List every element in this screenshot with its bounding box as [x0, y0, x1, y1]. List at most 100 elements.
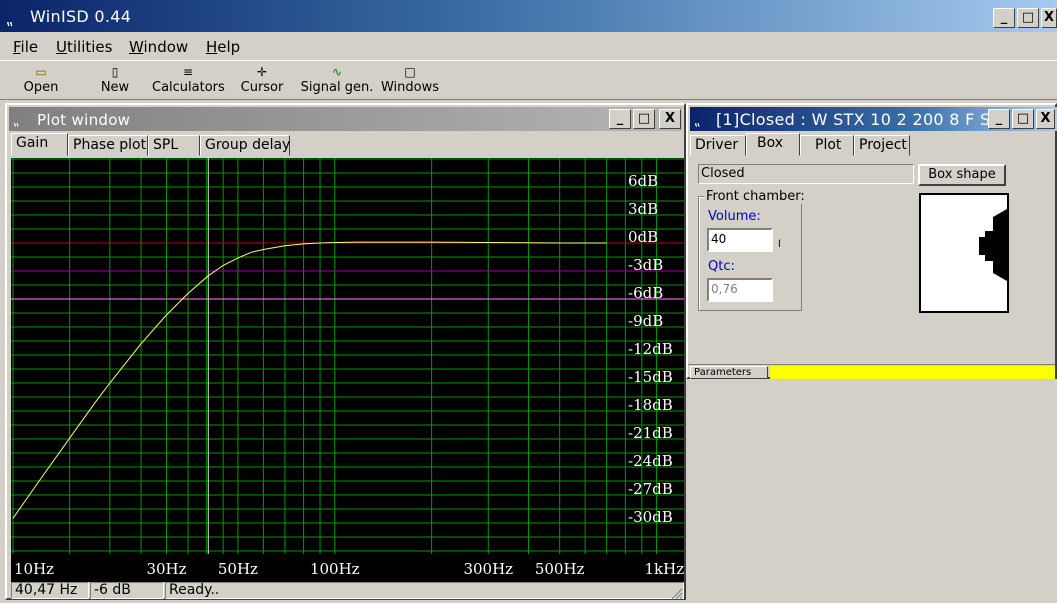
y-tick-label-12: -30dB	[628, 508, 673, 526]
cursor-button[interactable]: ✛ Cursor	[238, 63, 286, 99]
plot-maximize-button[interactable]: □	[633, 109, 655, 129]
menu-file[interactable]: File	[13, 38, 38, 56]
resize-grip-icon[interactable]	[671, 588, 683, 600]
minimize-button[interactable]: _	[993, 8, 1015, 28]
volume-input[interactable]: 40	[707, 228, 773, 252]
open-button[interactable]: ▭ Open	[18, 63, 64, 99]
plot-window-title-bar[interactable]: ⹂ Plot window _ □ X	[9, 107, 682, 131]
signal-generator-icon: ∿	[331, 65, 343, 79]
y-tick-label-1: 3dB	[628, 200, 658, 218]
tab-box[interactable]: Box	[746, 133, 800, 156]
box-window: ⹂ [1]Closed : W STX 10 2 200 8 F S _ □ X…	[686, 103, 1057, 379]
y-tick-label-9: -21dB	[628, 424, 673, 442]
tab-group-delay[interactable]: Group delay	[200, 135, 290, 156]
menu-utilities-label: tilities	[66, 38, 113, 56]
new-button[interactable]: ▯ New	[92, 63, 138, 99]
y-tick-label-0: 6dB	[628, 172, 658, 190]
parameters-tab[interactable]: Parameters	[690, 366, 768, 379]
tab-project-label: Project	[859, 137, 907, 153]
menu-window[interactable]: Window	[129, 38, 188, 56]
toolbar: ▭ Open ▯ New ≡ Calculators ✛ Cursor ∿ Si…	[0, 60, 1057, 100]
y-tick-label-7: -15dB	[628, 368, 673, 386]
new-label: New	[100, 80, 130, 95]
tab-phase-plot[interactable]: Phase plot	[68, 135, 148, 156]
new-document-icon: ▯	[111, 65, 119, 79]
box-window-icon[interactable]: ⹂	[694, 111, 700, 130]
signal-generator-button[interactable]: ∿ Signal gen.	[300, 63, 374, 99]
x-tick-label-1: 30Hz	[146, 560, 186, 578]
status-gain: -6 dB	[90, 582, 164, 599]
maximize-button[interactable]: □	[1017, 8, 1039, 28]
plot-window-icon[interactable]: ⹂	[13, 111, 19, 130]
open-label: Open	[23, 80, 59, 95]
volume-unit: l	[778, 239, 781, 250]
front-chamber-label: Front chamber:	[704, 189, 807, 204]
tab-driver[interactable]: Driver	[690, 135, 746, 156]
y-tick-label-10: -24dB	[628, 452, 673, 470]
main-window: ⹂ WinISD 0.44 _ □ X File Utilities Windo…	[0, 0, 1057, 603]
tab-plot[interactable]: Plot	[800, 135, 854, 156]
box-close-button[interactable]: X	[1036, 109, 1055, 129]
windows-label: Windows	[380, 80, 440, 95]
plot-window: ⹂ Plot window _ □ X Gain Phase plot SPL …	[5, 103, 686, 600]
calculators-button[interactable]: ≡ Calculators	[152, 63, 225, 99]
y-tick-label-3: -3dB	[628, 256, 663, 274]
minimize-icon: _	[1000, 10, 1008, 25]
tab-spl-label: SPL	[153, 137, 179, 153]
qtc-input[interactable]: 0,76	[707, 278, 773, 302]
plot-window-title: Plot window	[37, 111, 131, 129]
x-tick-label-0: 10Hz	[14, 560, 54, 578]
tab-group-delay-label: Group delay	[205, 137, 291, 153]
plot-status-bar: 40,47 Hz -6 dB Ready..	[11, 582, 684, 599]
y-tick-label-2: 0dB	[628, 228, 658, 246]
tab-box-label: Box	[757, 135, 784, 151]
windows-button[interactable]: □ Windows	[380, 63, 440, 99]
x-tick-label-5: 500Hz	[535, 560, 585, 578]
box-maximize-button[interactable]: □	[1012, 109, 1034, 129]
tab-spl[interactable]: SPL	[148, 135, 200, 156]
maximize-icon: □	[637, 111, 651, 126]
box-window-title: [1]Closed : W STX 10 2 200 8 F S	[716, 110, 991, 129]
gain-plot-svg[interactable]: 6dB 3dB 0dB -3dB -6dB -9dB -12dB -15dB -18dB -21d…	[11, 158, 684, 582]
minimize-icon: _	[995, 111, 1003, 126]
box-shape-button[interactable]: Box shape	[918, 164, 1006, 186]
x-tick-label-2: 50Hz	[218, 560, 258, 578]
menu-file-accel: F	[13, 38, 21, 56]
close-icon: X	[1040, 111, 1051, 126]
plot-minimize-button[interactable]: _	[609, 109, 631, 129]
menu-help[interactable]: Help	[206, 38, 240, 56]
calculator-icon: ≡	[182, 65, 194, 79]
gain-plot[interactable]: 6dB 3dB 0dB -3dB -6dB -9dB -12dB -15dB -18dB -21d…	[11, 158, 684, 582]
close-icon: X	[664, 111, 676, 126]
tab-project[interactable]: Project	[854, 135, 910, 156]
plot-background	[11, 158, 684, 582]
volume-label: Volume:	[708, 209, 761, 224]
close-button[interactable]: X	[1041, 8, 1057, 28]
tab-plot-label: Plot	[815, 137, 842, 153]
box-minimize-button[interactable]: _	[988, 109, 1010, 129]
maximize-icon: □	[1016, 111, 1030, 126]
x-tick-label-3: 100Hz	[310, 560, 360, 578]
minimize-icon: _	[616, 111, 624, 126]
plot-close-button[interactable]: X	[659, 109, 681, 129]
y-tick-label-5: -9dB	[628, 312, 663, 330]
menu-utilities-accel: U	[56, 38, 67, 56]
tab-phase-plot-label: Phase plot	[73, 137, 147, 153]
menu-utilities[interactable]: Utilities	[56, 38, 112, 56]
winisd-app-icon[interactable]: ⹂	[6, 7, 13, 29]
menu-help-label: elp	[217, 38, 241, 56]
app-title: WinISD 0.44	[30, 7, 132, 26]
app-title-bar[interactable]: ⹂ WinISD 0.44 _ □ X	[0, 0, 1057, 32]
cursor-icon: ✛	[256, 65, 268, 79]
box-window-title-bar[interactable]: ⹂ [1]Closed : W STX 10 2 200 8 F S _ □ X	[690, 107, 1057, 131]
box-type-select[interactable]: Closed	[698, 164, 914, 184]
signal-generator-label: Signal gen.	[300, 80, 374, 95]
close-icon: X	[1043, 10, 1055, 25]
y-tick-label-6: -12dB	[628, 340, 673, 358]
box-shape-preview	[919, 193, 1009, 313]
x-tick-label-4: 300Hz	[463, 560, 513, 578]
driver-silhouette-icon	[979, 209, 1007, 281]
menu-file-label: ile	[20, 38, 39, 56]
tab-gain[interactable]: Gain	[11, 133, 68, 156]
calculators-label: Calculators	[152, 80, 225, 95]
